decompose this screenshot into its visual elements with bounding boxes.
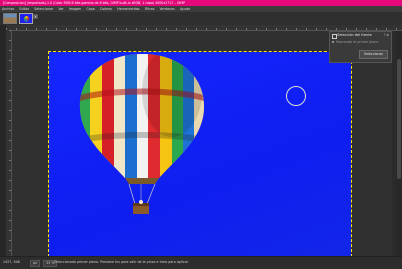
brush-cursor-outline xyxy=(286,86,306,106)
menu-herramientas[interactable]: Herramientas xyxy=(117,7,139,11)
pointer-coordinates: 1457, 946 xyxy=(3,260,20,264)
menu-seleccionar[interactable]: Seleccionar xyxy=(34,7,53,11)
image-tab-landscape-thumbnail[interactable] xyxy=(3,13,17,24)
menu-ayuda[interactable]: Ayuda xyxy=(180,7,190,11)
menu-capa[interactable]: Capa xyxy=(86,7,94,11)
menu-ventanas[interactable]: Ventanas xyxy=(160,7,175,11)
dock-title: Selección del frente xyxy=(337,33,372,37)
menu-ver[interactable]: Ver xyxy=(58,7,63,11)
menu-icon[interactable]: ⁝ xyxy=(384,32,385,39)
unit-select[interactable]: px xyxy=(30,260,41,267)
statusbar: 1457, 946 px 33 % Seleccionado primer pl… xyxy=(0,256,402,269)
menu-editar[interactable]: Editar xyxy=(19,7,29,11)
dock-row: Marcando el primer plano xyxy=(330,39,391,45)
tool-options-dock: Selección del frente ⁝ × Marcando el pri… xyxy=(329,31,392,63)
menu-filtros[interactable]: Filtros xyxy=(145,7,155,11)
vertical-scrollbar[interactable] xyxy=(396,31,402,256)
menu-imagen[interactable]: Imagen xyxy=(69,7,81,11)
close-icon[interactable]: × xyxy=(386,32,389,39)
dock-row-label: Marcando el primer plano xyxy=(336,40,379,44)
bullet-icon xyxy=(332,41,334,43)
status-message: Seleccionado primer plano. Presione Ins … xyxy=(54,260,189,264)
select-button[interactable]: Seleccionar xyxy=(358,50,388,59)
scrollbar-thumb[interactable] xyxy=(397,59,401,179)
window-title: [Composicion] (importada)-1.0 (Color RGB… xyxy=(3,1,186,5)
menu-colores[interactable]: Colores xyxy=(100,7,112,11)
close-icon[interactable]: × xyxy=(33,14,38,19)
image-tabs: × xyxy=(0,12,402,26)
dock-header: Selección del frente ⁝ × xyxy=(330,32,391,39)
hot-air-balloon xyxy=(79,54,205,214)
menu-archivo[interactable]: Archivo xyxy=(2,7,14,11)
image-tab-balloon-thumbnail[interactable] xyxy=(19,13,33,24)
